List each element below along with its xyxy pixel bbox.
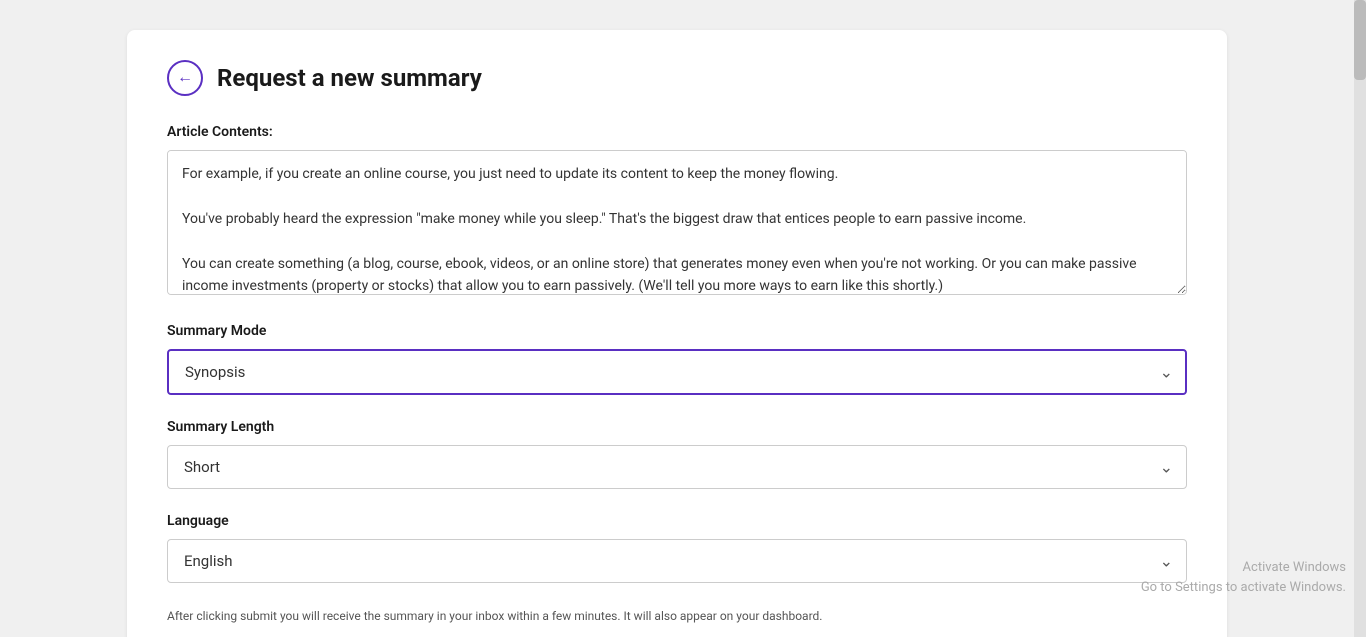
page-header: ← Request a new summary: [167, 60, 1187, 96]
article-contents-group: Article Contents:: [167, 124, 1187, 299]
language-label: Language: [167, 513, 1187, 529]
summary-mode-select[interactable]: Synopsis Bullet Points Abstract: [167, 349, 1187, 395]
summary-length-wrapper: Short Medium Long ⌄: [167, 445, 1187, 489]
language-select[interactable]: English Spanish French German: [167, 539, 1187, 583]
summary-length-group: Summary Length Short Medium Long ⌄: [167, 419, 1187, 489]
scrollbar-thumb[interactable]: [1354, 0, 1366, 80]
summary-length-select[interactable]: Short Medium Long: [167, 445, 1187, 489]
article-textarea[interactable]: [167, 150, 1187, 295]
back-button[interactable]: ←: [167, 60, 203, 96]
article-label: Article Contents:: [167, 124, 1187, 140]
summary-mode-wrapper: Synopsis Bullet Points Abstract ⌄: [167, 349, 1187, 395]
summary-length-label: Summary Length: [167, 419, 1187, 435]
summary-mode-group: Summary Mode Synopsis Bullet Points Abst…: [167, 323, 1187, 395]
summary-mode-label: Summary Mode: [167, 323, 1187, 339]
language-wrapper: English Spanish French German ⌄: [167, 539, 1187, 583]
language-group: Language English Spanish French German ⌄: [167, 513, 1187, 583]
page-title: Request a new summary: [217, 64, 482, 92]
info-text: After clicking submit you will receive t…: [167, 607, 1187, 625]
page-scrollbar[interactable]: [1354, 0, 1366, 637]
article-textarea-wrapper: [167, 150, 1187, 299]
